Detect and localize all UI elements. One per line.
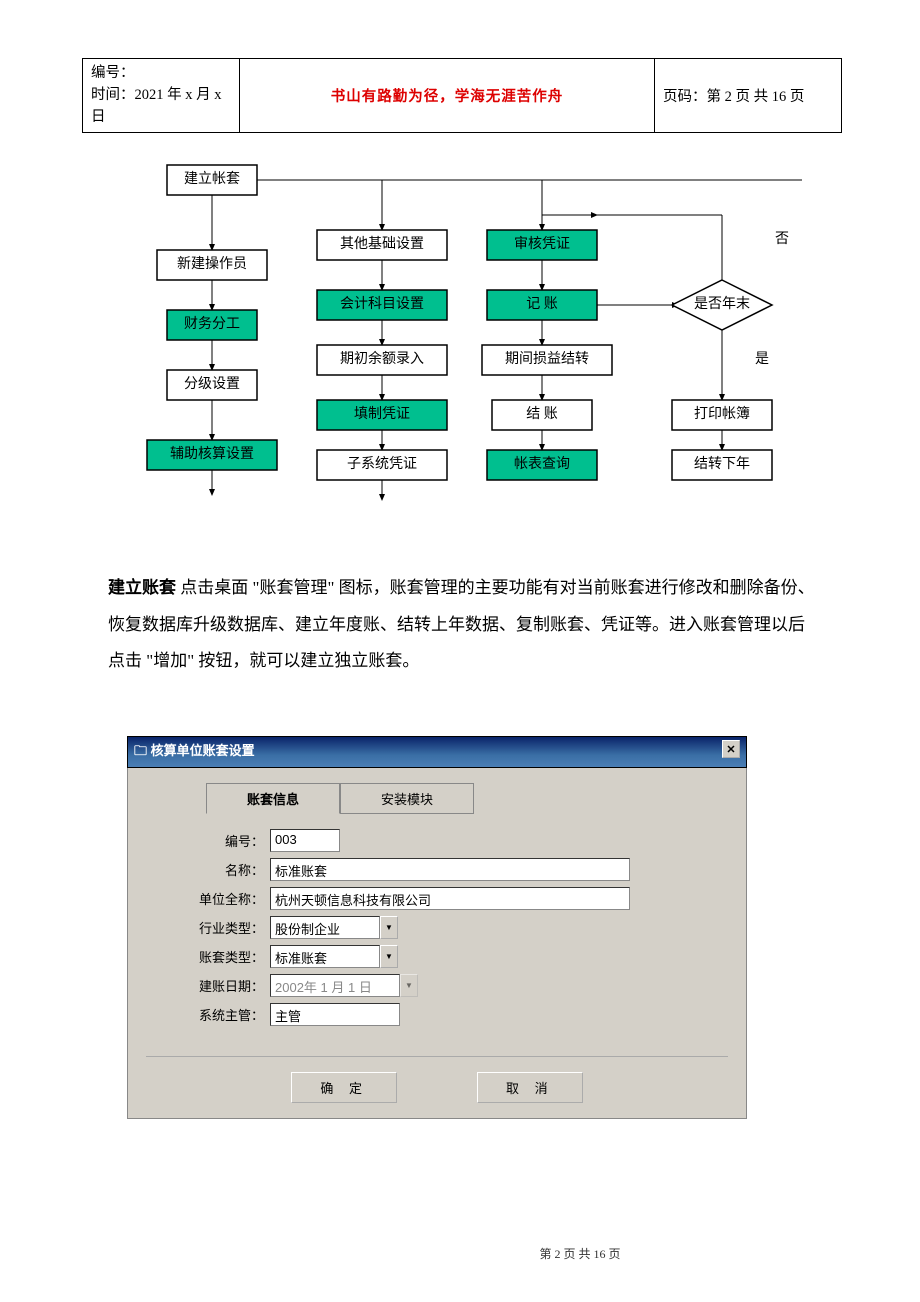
serial-label: 编号： xyxy=(91,63,231,85)
chevron-down-icon[interactable]: ▼ xyxy=(380,916,398,939)
tabs: 账套信息 安装模块 xyxy=(206,783,728,814)
flow-decision: 是否年末 xyxy=(694,296,750,312)
label-admin: 系统主管： xyxy=(186,1005,264,1024)
flow-node: 新建操作员 xyxy=(177,256,247,272)
flow-node: 财务分工 xyxy=(184,316,240,332)
header-page: 页码：第 2 页 共 16 页 xyxy=(655,59,842,133)
label-serial: 编号： xyxy=(186,831,264,850)
tab-account-info[interactable]: 账套信息 xyxy=(206,783,340,814)
header-motto: 书山有路勤为径，学海无涯苦作舟 xyxy=(240,59,655,133)
flow-node: 子系统凭证 xyxy=(347,456,417,472)
flowchart: 建立帐套 新建操作员 财务分工 分级设置 辅助核算设置 其他基础设置 会计科目设… xyxy=(82,150,842,520)
account-dialog: 🗀 核算单位账套设置 ✕ 账套信息 安装模块 编号： 003 名称： 标准账套 … xyxy=(127,736,747,1119)
paragraph-body: 点击桌面 "账套管理" 图标，账套管理的主要功能有对当前账套进行修改和删除备份、… xyxy=(108,578,815,670)
flow-node: 会计科目设置 xyxy=(340,296,424,312)
select-industry[interactable]: 股份制企业 xyxy=(270,916,380,939)
flow-node: 建立帐套 xyxy=(184,171,240,187)
flow-node: 结转下年 xyxy=(694,456,750,472)
paragraph: 建立账套 点击桌面 "账套管理" 图标，账套管理的主要功能有对当前账套进行修改和… xyxy=(108,570,818,680)
cancel-button[interactable]: 取 消 xyxy=(477,1072,583,1103)
flow-node: 填制凭证 xyxy=(354,406,410,422)
input-serial[interactable]: 003 xyxy=(270,829,340,852)
tab-install-module[interactable]: 安装模块 xyxy=(340,783,474,814)
decision-no-label: 否 xyxy=(775,232,789,247)
decision-yes-label: 是 xyxy=(755,352,769,367)
flow-node: 帐表查询 xyxy=(514,456,570,472)
input-company[interactable]: 杭州天顿信息科技有限公司 xyxy=(270,887,630,910)
flow-node: 审核凭证 xyxy=(514,236,570,252)
chevron-down-icon[interactable]: ▼ xyxy=(380,945,398,968)
flow-node: 结 账 xyxy=(526,406,558,422)
flow-node: 期初余额录入 xyxy=(340,350,424,367)
flow-node: 期间损益结转 xyxy=(505,351,589,367)
flow-node: 分级设置 xyxy=(184,376,240,392)
label-create-date: 建账日期： xyxy=(186,976,264,995)
date-label: 时间：2021 年 x 月 x 日 xyxy=(91,85,231,129)
ok-button[interactable]: 确 定 xyxy=(291,1072,397,1103)
flow-node: 打印帐簿 xyxy=(694,405,750,422)
chevron-down-icon: ▼ xyxy=(400,974,418,997)
document-header: 编号： 时间：2021 年 x 月 x 日 书山有路勤为径，学海无涯苦作舟 页码… xyxy=(82,58,842,133)
label-name: 名称： xyxy=(186,860,264,879)
label-account-type: 账套类型： xyxy=(186,947,264,966)
window-icon: 🗀 核算单位账套设置 xyxy=(134,740,255,764)
flow-node: 辅助核算设置 xyxy=(170,446,254,462)
flow-node: 其他基础设置 xyxy=(340,235,424,252)
input-name[interactable]: 标准账套 xyxy=(270,858,630,881)
flow-node: 记 账 xyxy=(526,296,558,312)
paragraph-lead: 建立账套 xyxy=(108,578,176,597)
dialog-title: 核算单位账套设置 xyxy=(151,743,255,758)
label-industry: 行业类型： xyxy=(186,918,264,937)
page-footer: 第 2 页 共 16 页 xyxy=(0,1245,920,1262)
input-admin[interactable]: 主管 xyxy=(270,1003,400,1026)
select-account-type[interactable]: 标准账套 xyxy=(270,945,380,968)
close-icon[interactable]: ✕ xyxy=(722,740,740,758)
select-create-date[interactable]: 2002年 1 月 1 日 xyxy=(270,974,400,997)
label-company: 单位全称： xyxy=(186,889,264,908)
